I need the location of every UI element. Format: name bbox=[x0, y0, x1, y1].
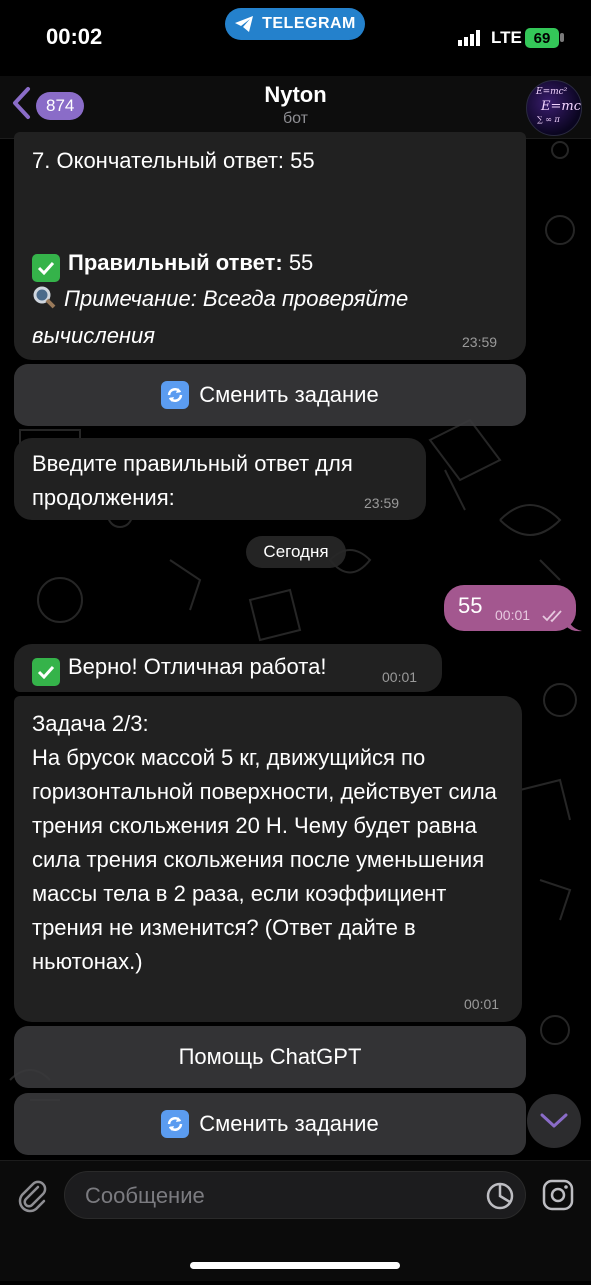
telegram-pill-label: TELEGRAM bbox=[262, 15, 356, 32]
correct-answer-label: Правильный ответ: bbox=[68, 250, 283, 275]
message-bubble-outgoing: 55 00:01 bbox=[444, 585, 576, 631]
status-bar: 00:02 TELEGRAM LTE 69 bbox=[0, 0, 591, 76]
signal-icon bbox=[458, 30, 480, 46]
message-time: 23:59 bbox=[364, 495, 400, 511]
message-time: 00:01 bbox=[382, 669, 418, 685]
message-bubble-incoming: Задача 2/3: На брусок массой 5 кг, движу… bbox=[14, 696, 522, 1022]
note-text: Примечание: Всегда проверяйте вычисления bbox=[32, 286, 409, 348]
home-indicator bbox=[190, 1262, 400, 1269]
sticker-icon[interactable] bbox=[485, 1181, 515, 1211]
message-time: 00:01 bbox=[464, 996, 500, 1012]
message-text: Верно! Отличная работа! bbox=[68, 654, 327, 679]
change-task-button[interactable]: Сменить задание bbox=[14, 364, 526, 426]
message-input-field[interactable] bbox=[64, 1171, 526, 1219]
message-time: 00:01 bbox=[495, 607, 531, 623]
help-chatgpt-button[interactable]: Помощь ChatGPT bbox=[14, 1026, 526, 1088]
scroll-down-button[interactable] bbox=[527, 1094, 581, 1148]
message-bubble-incoming: Верно! Отличная работа! 00:01 bbox=[14, 644, 442, 692]
message-input[interactable] bbox=[83, 1180, 477, 1212]
message-bubble-incoming: 7. Окончательный ответ: 55 Правильный от… bbox=[14, 132, 526, 360]
battery-tip bbox=[560, 33, 564, 42]
back-arrow-icon[interactable] bbox=[10, 86, 32, 120]
double-check-icon bbox=[542, 610, 562, 623]
refresh-icon bbox=[161, 381, 190, 409]
check-mark-icon bbox=[32, 658, 60, 686]
telegram-icon bbox=[235, 16, 254, 32]
change-task-button[interactable]: Сменить задание bbox=[14, 1093, 526, 1155]
network-type: LTE bbox=[491, 28, 522, 47]
paperclip-icon[interactable] bbox=[14, 1177, 50, 1213]
change-task-label: Сменить задание bbox=[199, 382, 379, 407]
help-chatgpt-label: Помощь ChatGPT bbox=[178, 1044, 362, 1069]
chat-header: Nyton бот 874 E=mc² E=mc² ∑ ∞ π bbox=[0, 76, 591, 139]
camera-icon[interactable] bbox=[540, 1177, 576, 1213]
change-task-label: Сменить задание bbox=[199, 1111, 379, 1136]
battery-level: 69 bbox=[533, 29, 551, 47]
date-separator: Сегодня bbox=[246, 536, 346, 568]
message-line: 7. Окончательный ответ: 55 bbox=[32, 148, 315, 173]
message-time: 23:59 bbox=[462, 334, 498, 350]
correct-answer-value: 55 bbox=[282, 250, 314, 275]
battery-icon: 69 bbox=[525, 28, 559, 48]
unread-badge[interactable]: 874 bbox=[36, 92, 85, 120]
message-text: Введите правильный ответ для продолжения… bbox=[32, 451, 353, 510]
chat-title[interactable]: Nyton bbox=[0, 82, 591, 108]
message-composer bbox=[0, 1160, 591, 1281]
message-bubble-incoming: Введите правильный ответ для продолжения… bbox=[14, 438, 426, 520]
task-body: На брусок массой 5 кг, движущийся по гор… bbox=[32, 745, 497, 974]
check-mark-icon bbox=[32, 254, 60, 282]
chat-subtitle: бот bbox=[282, 110, 309, 127]
magnifier-icon bbox=[32, 285, 64, 319]
bot-avatar[interactable]: E=mc² E=mc² ∑ ∞ π bbox=[526, 80, 582, 136]
message-text: 55 bbox=[458, 593, 483, 618]
chevron-down-icon bbox=[540, 1113, 568, 1128]
task-title: Задача 2/3: bbox=[32, 711, 149, 736]
refresh-icon bbox=[161, 1110, 190, 1138]
telegram-pill[interactable]: TELEGRAM bbox=[225, 8, 365, 40]
bubble-tail bbox=[566, 612, 582, 632]
status-time: 00:02 bbox=[46, 24, 103, 49]
